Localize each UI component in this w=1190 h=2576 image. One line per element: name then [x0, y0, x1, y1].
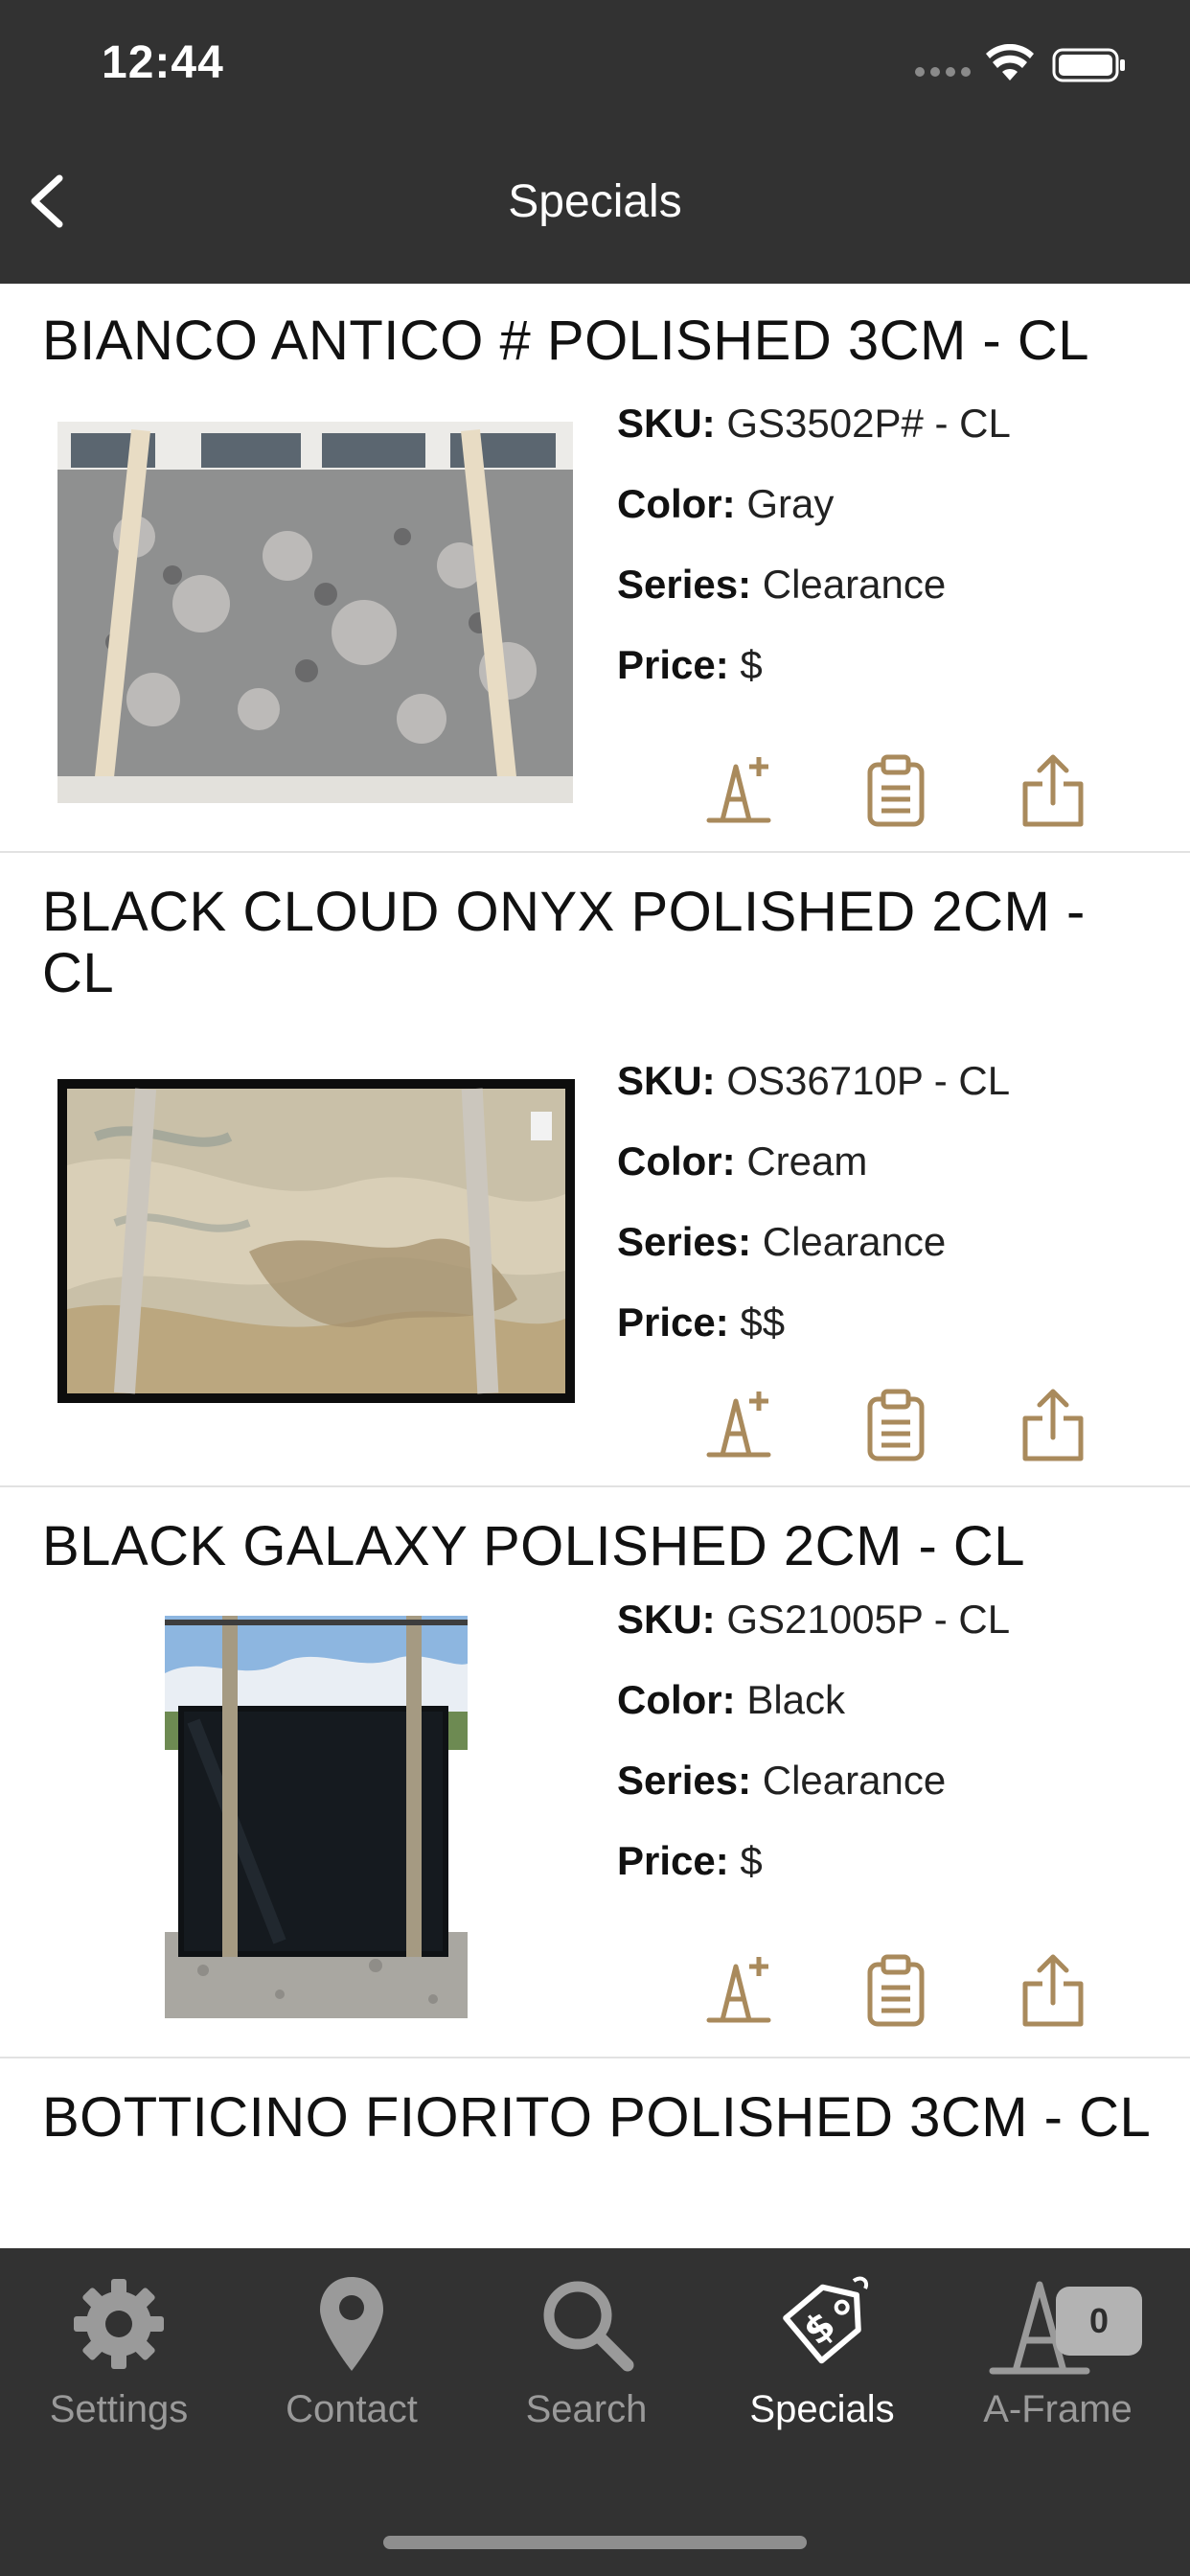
- color-field: Color: Black: [617, 1677, 846, 1722]
- price-field: Price: $$: [617, 1300, 786, 1345]
- item-title: BLACK GALAXY POLISHED 2CM - CL: [42, 1515, 1026, 1577]
- tab-specials[interactable]: $ Specials: [703, 2248, 941, 2469]
- specials-list[interactable]: BIANCO ANTICO # POLISHED 3CM - CL SKU: G…: [0, 284, 1190, 2248]
- gear-icon: [74, 2279, 164, 2369]
- color-field: Color: Cream: [617, 1138, 868, 1184]
- a-frame-count-badge: 0: [1056, 2287, 1142, 2356]
- sku-field: SKU: GS3502P# - CL: [617, 401, 1011, 446]
- item-title: BLACK CLOUD ONYX POLISHED 2CM - CL: [42, 881, 1086, 1004]
- sku-field: SKU: GS21005P - CL: [617, 1597, 1011, 1642]
- series-field: Series: Clearance: [617, 562, 947, 607]
- price-field: Price: $: [617, 642, 763, 687]
- top-bar: 12:44 Specials: [0, 0, 1190, 284]
- map-pin-icon: [320, 2277, 383, 2371]
- series-field: Series: Clearance: [617, 1758, 947, 1803]
- list-item[interactable]: BOTTICINO FIORITO POLISHED 3CM - CL: [0, 2060, 1190, 2248]
- product-image[interactable]: [57, 422, 573, 803]
- battery-icon: [1052, 48, 1125, 82]
- product-image[interactable]: [57, 1079, 575, 1403]
- share-icon[interactable]: [1014, 1386, 1092, 1464]
- item-title: BOTTICINO FIORITO POLISHED 3CM - CL: [42, 2086, 1152, 2149]
- page-title: Specials: [508, 176, 682, 227]
- tab-a-frame[interactable]: 0 A-Frame: [939, 2248, 1177, 2469]
- signal-dots-icon: [915, 67, 971, 77]
- clipboard-icon[interactable]: [857, 751, 935, 830]
- price-tag-icon: $: [783, 2276, 868, 2364]
- share-icon[interactable]: [1014, 1951, 1092, 2030]
- product-image[interactable]: [165, 1616, 468, 2018]
- tab-contact[interactable]: Contact: [233, 2248, 470, 2469]
- wifi-icon: [986, 44, 1034, 80]
- status-time: 12:44: [102, 37, 224, 88]
- clipboard-icon[interactable]: [857, 1951, 935, 2030]
- add-to-a-frame-icon[interactable]: [699, 1386, 778, 1464]
- list-item[interactable]: BLACK GALAXY POLISHED 2CM - CL SKU: GS21…: [0, 1489, 1190, 2058]
- tab-settings[interactable]: Settings: [0, 2248, 238, 2469]
- tab-search[interactable]: Search: [468, 2248, 705, 2469]
- clipboard-icon[interactable]: [857, 1386, 935, 1464]
- add-to-a-frame-icon[interactable]: [699, 751, 778, 830]
- tab-bar: Settings Contact Search $ Specials 0 A-F…: [0, 2248, 1190, 2576]
- item-title: BIANCO ANTICO # POLISHED 3CM - CL: [42, 310, 1089, 372]
- add-to-a-frame-icon[interactable]: [699, 1951, 778, 2030]
- color-field: Color: Gray: [617, 481, 835, 526]
- list-item[interactable]: BLACK CLOUD ONYX POLISHED 2CM - CL SKU: …: [0, 855, 1190, 1487]
- search-icon: [543, 2281, 634, 2372]
- series-field: Series: Clearance: [617, 1219, 947, 1264]
- sku-field: SKU: OS36710P - CL: [617, 1058, 1011, 1103]
- home-indicator: [383, 2536, 807, 2549]
- price-field: Price: $: [617, 1838, 763, 1883]
- list-item[interactable]: BIANCO ANTICO # POLISHED 3CM - CL SKU: G…: [0, 284, 1190, 853]
- share-icon[interactable]: [1014, 751, 1092, 830]
